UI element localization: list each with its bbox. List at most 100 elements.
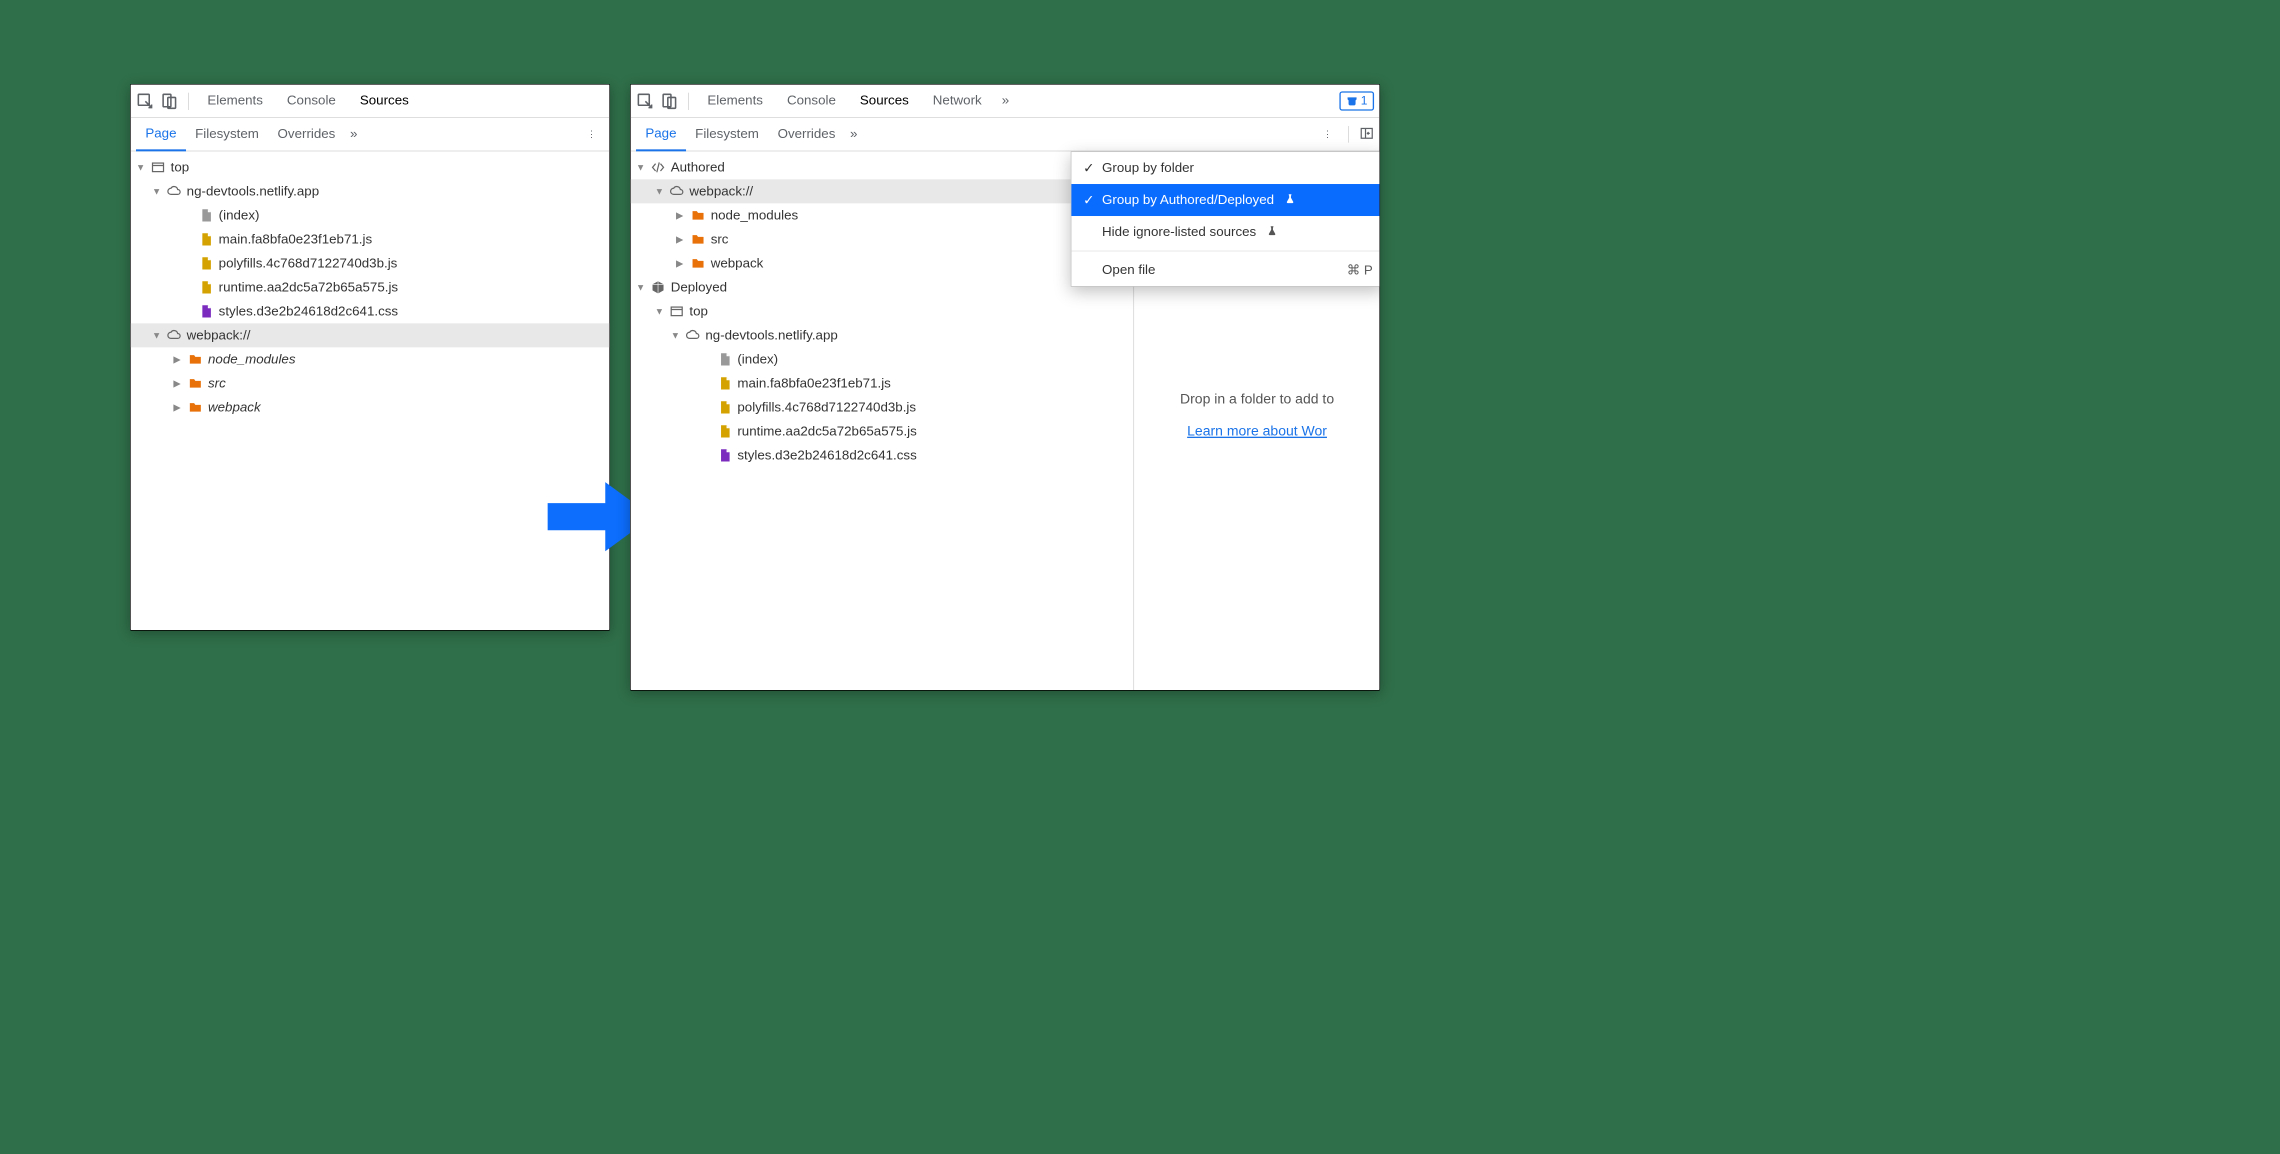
tab-sources[interactable]: Sources [851, 84, 919, 117]
document-icon [717, 352, 732, 367]
tree-label: main.fa8bfa0e23f1eb71.js [737, 376, 890, 391]
toggle-navigator-icon[interactable] [1348, 126, 1374, 143]
subtab-page[interactable]: Page [136, 118, 186, 151]
file-tree: top ng-devtools.netlify.app (index) main… [131, 151, 610, 423]
tree-label: polyfills.4c768d7122740d3b.js [737, 400, 916, 415]
frame-icon [151, 160, 166, 175]
folder-icon [691, 232, 706, 247]
tree-file[interactable]: styles.d3e2b24618d2c641.css [631, 443, 1134, 467]
tree-label: webpack:// [187, 328, 251, 343]
tree-label: styles.d3e2b24618d2c641.css [219, 304, 398, 319]
tree-label: main.fa8bfa0e23f1eb71.js [219, 232, 372, 247]
separator [688, 92, 689, 109]
tab-console[interactable]: Console [778, 84, 846, 117]
folder-icon [188, 376, 203, 391]
tree-folder[interactable]: webpack [131, 395, 610, 419]
tree-file[interactable]: (index) [631, 347, 1134, 371]
tree-label: top [171, 160, 190, 175]
js-file-icon [717, 376, 732, 391]
tab-elements[interactable]: Elements [198, 84, 272, 117]
tree-file[interactable]: (index) [131, 203, 610, 227]
frame-icon [669, 304, 684, 319]
tab-elements[interactable]: Elements [698, 84, 772, 117]
folder-icon [188, 352, 203, 367]
js-file-icon [199, 256, 214, 271]
tab-console[interactable]: Console [278, 84, 346, 117]
tree-folder[interactable]: webpack [631, 251, 1134, 275]
tree-file[interactable]: main.fa8bfa0e23f1eb71.js [631, 371, 1134, 395]
device-toggle-icon[interactable] [660, 92, 679, 111]
tree-label: webpack [208, 400, 261, 415]
subtab-page[interactable]: Page [636, 118, 686, 151]
css-file-icon [199, 304, 214, 319]
tree-file[interactable]: runtime.aa2dc5a72b65a575.js [631, 419, 1134, 443]
subtab-overrides[interactable]: Overrides [268, 118, 344, 151]
tree-file[interactable]: polyfills.4c768d7122740d3b.js [131, 251, 610, 275]
main-tabs-bar: Elements Console Sources Network » 1 [631, 85, 1380, 118]
tree-label: src [711, 232, 729, 247]
tree-top[interactable]: top [131, 155, 610, 179]
js-file-icon [717, 400, 732, 415]
kebab-menu-icon[interactable]: ⋮ [579, 129, 604, 140]
subtab-filesystem[interactable]: Filesystem [686, 118, 768, 151]
subtab-filesystem[interactable]: Filesystem [186, 118, 268, 151]
tree-file[interactable]: main.fa8bfa0e23f1eb71.js [131, 227, 610, 251]
menu-group-by-authored[interactable]: ✓ Group by Authored/Deployed [1071, 184, 1380, 216]
more-subtabs-icon[interactable]: » [845, 127, 863, 142]
check-icon: ✓ [1082, 192, 1095, 209]
menu-open-file[interactable]: Open file ⌘ P [1071, 254, 1380, 286]
tree-domain[interactable]: ng-devtools.netlify.app [631, 323, 1134, 347]
tree-file[interactable]: runtime.aa2dc5a72b65a575.js [131, 275, 610, 299]
file-tree: Authored webpack:// node_modules src [631, 151, 1134, 471]
more-subtabs-icon[interactable]: » [345, 127, 363, 142]
tree-top[interactable]: top [631, 299, 1134, 323]
tree-label: webpack [711, 256, 764, 271]
tree-deployed[interactable]: Deployed [631, 275, 1134, 299]
cloud-icon [685, 328, 700, 343]
tree-file[interactable]: styles.d3e2b24618d2c641.css [131, 299, 610, 323]
flask-icon [1267, 224, 1278, 239]
inspect-icon[interactable] [136, 92, 155, 111]
tree-label: node_modules [711, 208, 798, 223]
tree-webpack[interactable]: webpack:// [631, 179, 1134, 203]
folder-icon [691, 208, 706, 223]
learn-more-link[interactable]: Learn more about Wor [1187, 423, 1327, 438]
menu-hide-ignore-listed[interactable]: Hide ignore-listed sources [1071, 216, 1380, 248]
tab-sources[interactable]: Sources [351, 84, 419, 117]
menu-label: Open file [1102, 262, 1155, 277]
inspect-icon[interactable] [636, 92, 655, 111]
device-toggle-icon[interactable] [160, 92, 179, 111]
devtools-panel-before: Elements Console Sources Page Filesystem… [130, 84, 610, 631]
tree-folder[interactable]: node_modules [131, 347, 610, 371]
issues-badge[interactable]: 1 [1339, 91, 1374, 110]
context-menu: ✓ Group by folder ✓ Group by Authored/De… [1071, 151, 1380, 286]
more-tabs-icon[interactable]: » [996, 93, 1014, 108]
document-icon [199, 208, 214, 223]
js-file-icon [199, 280, 214, 295]
flask-icon [1285, 192, 1296, 207]
folder-icon [188, 400, 203, 415]
menu-group-by-folder[interactable]: ✓ Group by folder [1071, 152, 1380, 184]
tree-label: ng-devtools.netlify.app [187, 184, 319, 199]
tree-domain[interactable]: ng-devtools.netlify.app [131, 179, 610, 203]
cloud-icon [669, 184, 684, 199]
tree-authored[interactable]: Authored [631, 155, 1134, 179]
subtab-overrides[interactable]: Overrides [768, 118, 844, 151]
tree-folder[interactable]: src [631, 227, 1134, 251]
tree-webpack[interactable]: webpack:// [131, 323, 610, 347]
tree-folder[interactable]: src [131, 371, 610, 395]
tree-file[interactable]: polyfills.4c768d7122740d3b.js [631, 395, 1134, 419]
kebab-menu-icon[interactable]: ⋮ [1315, 129, 1340, 140]
cloud-icon [167, 328, 182, 343]
devtools-panel-after: Elements Console Sources Network » 1 Pag… [630, 84, 1380, 691]
menu-separator [1071, 251, 1380, 252]
issues-icon [1346, 95, 1358, 107]
drop-hint: Drop in a folder to add to [1135, 391, 1380, 407]
deployed-icon [651, 280, 666, 295]
tree-label: (index) [737, 352, 778, 367]
js-file-icon [717, 424, 732, 439]
folder-icon [691, 256, 706, 271]
menu-label: Hide ignore-listed sources [1102, 224, 1256, 239]
tab-network[interactable]: Network [923, 84, 991, 117]
tree-folder[interactable]: node_modules [631, 203, 1134, 227]
